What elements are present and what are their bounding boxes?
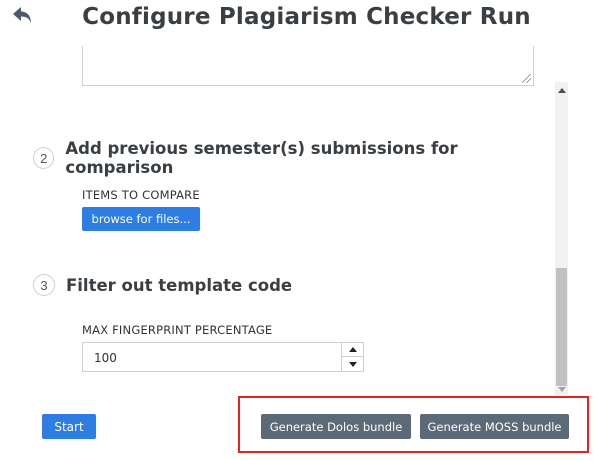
step-3-number: 3 (33, 274, 55, 296)
page-title: Configure Plagiarism Checker Run (82, 4, 531, 30)
increment-button[interactable] (342, 343, 364, 357)
scroll-up-icon (557, 88, 566, 93)
configure-page: Configure Plagiarism Checker Run 2 Add p… (0, 0, 613, 460)
step-2-header: 2 Add previous semester(s) submissions f… (33, 139, 555, 177)
start-button[interactable]: Start (42, 414, 96, 439)
max-fingerprint-input[interactable]: 100 (82, 342, 364, 372)
step-2-number: 2 (33, 147, 55, 169)
generate-dolos-bundle-button[interactable]: Generate Dolos bundle (261, 414, 411, 439)
generate-moss-bundle-button[interactable]: Generate MOSS bundle (420, 414, 569, 439)
browse-files-button[interactable]: browse for files... (82, 207, 200, 231)
max-fingerprint-value: 100 (94, 351, 117, 365)
decrement-button[interactable] (342, 357, 364, 371)
caret-up-icon (349, 347, 357, 352)
step-3-header: 3 Filter out template code (33, 274, 292, 296)
max-fingerprint-label: MAX FINGERPRINT PERCENTAGE (82, 323, 273, 337)
caret-down-icon (349, 361, 357, 367)
step-2-title: Add previous semester(s) submissions for… (65, 139, 458, 177)
items-to-compare-label: ITEMS TO COMPARE (82, 188, 200, 202)
scroll-thumb[interactable] (556, 268, 567, 386)
scroll-content: 2 Add previous semester(s) submissions f… (0, 46, 555, 400)
scroll-up-button[interactable] (555, 84, 568, 97)
vertical-scrollbar[interactable] (555, 82, 568, 398)
step-3-title: Filter out template code (66, 275, 293, 295)
resize-grip-icon[interactable] (522, 74, 531, 83)
scroll-down-icon (557, 387, 566, 392)
number-stepper[interactable] (341, 343, 364, 371)
scroll-down-button[interactable] (555, 383, 568, 396)
description-textarea[interactable] (82, 46, 534, 86)
